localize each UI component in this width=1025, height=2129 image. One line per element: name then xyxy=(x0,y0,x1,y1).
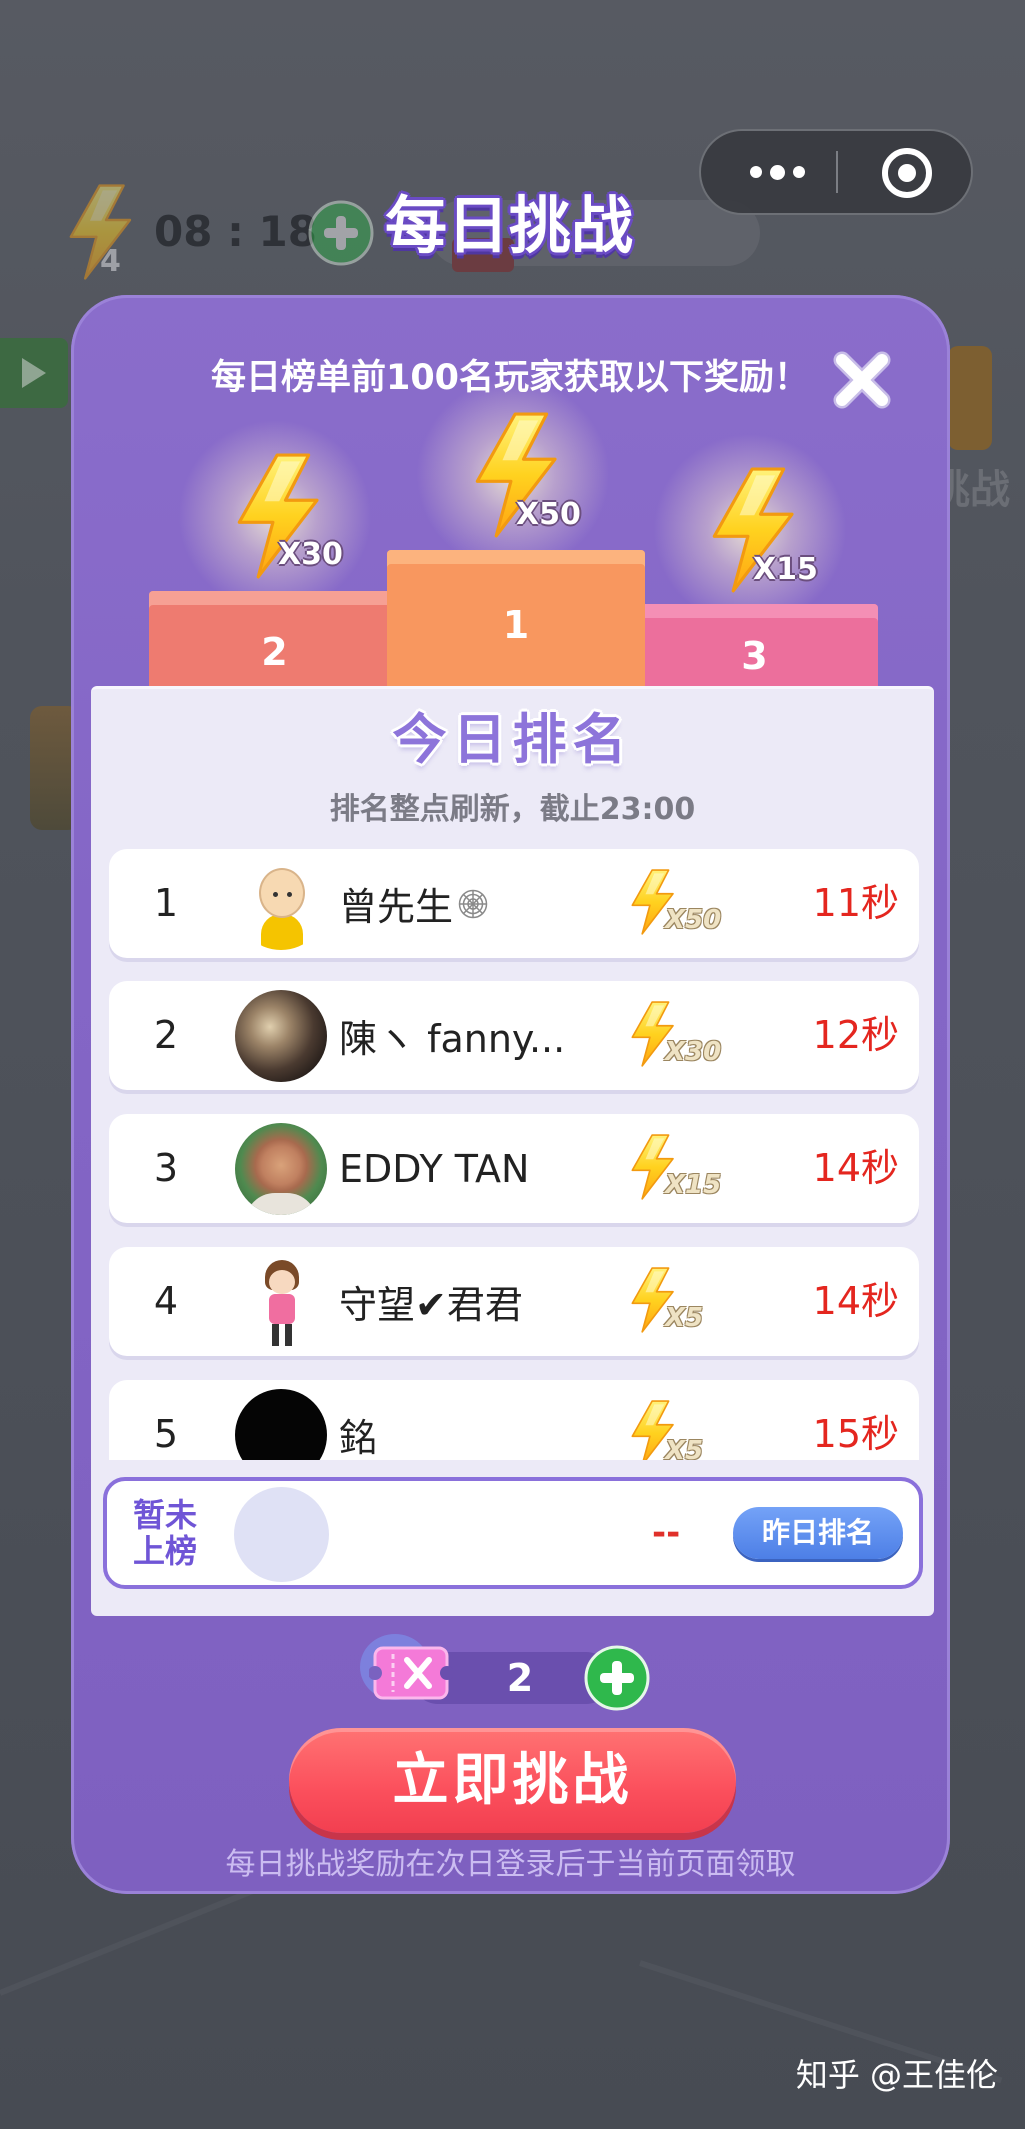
dot xyxy=(792,166,805,178)
avatar[interactable] xyxy=(235,1389,327,1460)
player-name-text: 曾先生 xyxy=(339,885,454,929)
dot xyxy=(769,164,785,180)
finish-time: 14秒 xyxy=(812,1279,899,1323)
reward-amount: X30 xyxy=(665,1037,722,1067)
plus-icon[interactable] xyxy=(584,1645,650,1711)
podium-reward-first: X50 xyxy=(516,497,581,532)
avatar-body xyxy=(261,914,303,950)
finish-time: 11秒 xyxy=(812,881,899,925)
podium-place: 1 xyxy=(502,603,530,647)
mini-program-capsule xyxy=(699,129,973,215)
more-dots-icon[interactable] xyxy=(729,144,825,200)
reward-amount: X15 xyxy=(665,1170,722,1200)
my-rank-status-line: 上榜 xyxy=(133,1532,198,1570)
player-name-text: 陳ヽ fanny... xyxy=(339,1017,566,1061)
start-challenge-button[interactable]: 立即挑战 xyxy=(289,1728,736,1833)
player-name-text: EDDY TAN xyxy=(339,1146,530,1191)
capsule-divider xyxy=(836,151,838,193)
spider-web-icon xyxy=(458,889,488,918)
ranking-row: 4 守望✔君君 X5 14秒 xyxy=(109,1247,919,1356)
ranking-subtitle: 排名整点刷新，截止23:00 xyxy=(329,792,696,827)
player-name-text: 守望✔君君 xyxy=(339,1283,523,1327)
podium-first: 1 xyxy=(387,550,645,686)
my-rank-status: 暂未 上榜 xyxy=(133,1497,197,1569)
target-circle-icon[interactable] xyxy=(879,145,935,201)
podium-second: 2 xyxy=(149,591,400,686)
podium-reward-second: X30 xyxy=(278,537,343,572)
player-name-text: 銘 xyxy=(339,1416,378,1460)
avatar[interactable] xyxy=(235,1256,327,1348)
lightning-energy-icon xyxy=(56,184,140,280)
avatar-head xyxy=(259,868,305,918)
play-button-background xyxy=(0,338,68,408)
energy-timer: 08 : 18 xyxy=(154,207,317,256)
podium-reward-third: X15 xyxy=(753,552,818,587)
finish-time: 14秒 xyxy=(812,1146,899,1190)
ranking-row: 1 曾先生 X50 11秒 xyxy=(109,849,919,958)
avatar-leg xyxy=(285,1324,292,1346)
player-name: 銘 xyxy=(339,1380,377,1460)
reward-amount: X5 xyxy=(665,1303,704,1333)
my-finish-time: -- xyxy=(652,1513,681,1553)
reward-amount: X5 xyxy=(665,1436,704,1460)
player-name: 陳ヽ fanny... xyxy=(339,981,565,1090)
my-avatar xyxy=(234,1487,329,1582)
podium-place: 2 xyxy=(261,630,288,674)
finish-time: 12秒 xyxy=(812,1013,899,1057)
page-title: 每日挑战 xyxy=(384,189,633,262)
ticket-count: 2 xyxy=(506,1656,534,1700)
ranking-row: 2 陳ヽ fanny... X30 12秒 xyxy=(109,981,919,1090)
my-rank-card: 暂未 上榜 -- 昨日排名 xyxy=(103,1477,923,1589)
dot xyxy=(749,166,762,178)
reward-amount: X50 xyxy=(665,905,722,935)
player-name: 守望✔君君 xyxy=(339,1247,523,1356)
rank-number: 5 xyxy=(153,1412,179,1456)
play-icon xyxy=(22,358,46,388)
avatar-face xyxy=(269,1270,295,1294)
finish-time: 15秒 xyxy=(812,1412,899,1456)
ranking-row: 5 銘 X5 15秒 xyxy=(109,1380,919,1460)
avatar-eye xyxy=(273,892,278,897)
avatar-shirt xyxy=(245,1193,317,1215)
podium-third: 3 xyxy=(631,604,878,686)
avatar-eye xyxy=(287,892,292,897)
yesterday-ranking-button[interactable]: 昨日排名 xyxy=(733,1507,903,1559)
reward-claim-note: 每日挑战奖励在次日登录后于当前页面领取 xyxy=(225,1847,796,1882)
ranking-title: 今日排名 xyxy=(392,708,633,771)
ticket-icon xyxy=(369,1646,453,1700)
energy-count: 4 xyxy=(100,244,121,279)
player-name: 曾先生 xyxy=(339,849,489,958)
avatar-leg xyxy=(272,1324,279,1346)
watermark: 知乎 @王佳伦 xyxy=(795,2056,998,2094)
rank-number: 4 xyxy=(153,1279,179,1323)
ranking-row: 3 EDDY TAN X15 14秒 xyxy=(109,1114,919,1223)
close-x-icon[interactable] xyxy=(828,346,896,414)
avatar[interactable] xyxy=(235,990,327,1082)
rank-number: 3 xyxy=(153,1146,179,1190)
my-rank-status-line: 暂未 xyxy=(133,1496,198,1534)
podium-place: 3 xyxy=(741,634,768,678)
avatar[interactable] xyxy=(235,1123,327,1215)
rank-number: 1 xyxy=(153,881,179,925)
background-item xyxy=(948,346,992,450)
rank-number: 2 xyxy=(153,1013,179,1057)
ranking-list[interactable]: 1 曾先生 X50 11秒 2 陳ヽ fanny... X30 12秒 3 ED… xyxy=(109,849,919,1460)
avatar[interactable] xyxy=(235,858,327,950)
player-name: EDDY TAN xyxy=(339,1114,529,1223)
avatar-body xyxy=(269,1294,295,1324)
